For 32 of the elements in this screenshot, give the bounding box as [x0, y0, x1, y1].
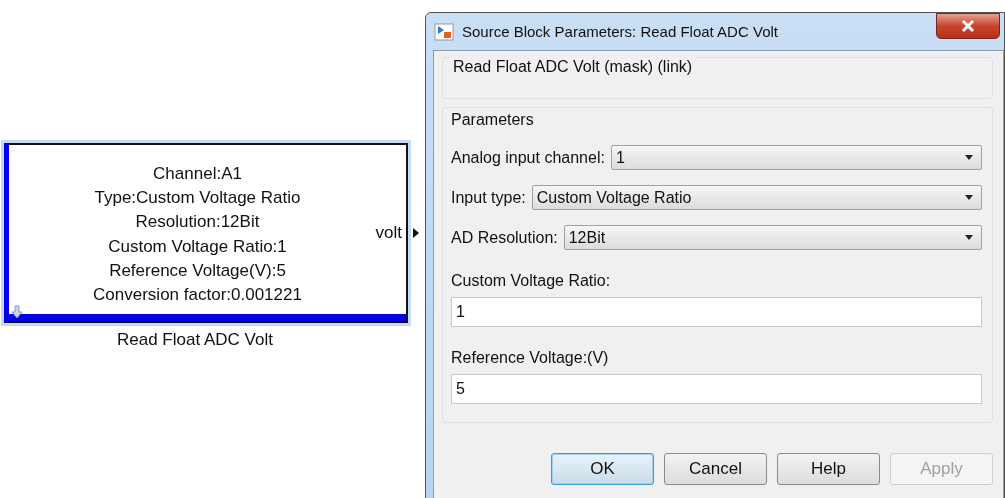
- dropdown[interactable]: Custom Voltage Ratio: [531, 185, 982, 210]
- input-field[interactable]: 5: [451, 374, 982, 404]
- block-parameter-text: Resolution:12Bit: [135, 211, 260, 234]
- dropdown[interactable]: 1: [610, 145, 982, 170]
- block-box[interactable]: Channel:A1 Type:Custom Voltage Ratio Resolution:12Bit Custom Voltage Ratio:1 Reference Voltage(V):5 Conversion factor:0.001221 volt: [4, 143, 408, 323]
- port-label: volt: [375, 223, 402, 243]
- block-parameter-text: Conversion factor:0.001221: [93, 284, 302, 306]
- field-label: Custom Voltage Ratio:: [451, 272, 612, 290]
- close-button[interactable]: [936, 12, 1000, 39]
- block-parameter-text: Channel:A1: [153, 163, 242, 185]
- caret-icon: [965, 235, 973, 240]
- block-parameter-text: Type:Custom Voltage Ratio: [94, 187, 301, 210]
- input-field[interactable]: 1: [451, 297, 982, 327]
- dialog-button[interactable]: OK: [551, 453, 654, 485]
- caret-icon: [965, 155, 973, 160]
- output-port-icon: [412, 227, 420, 239]
- block-parameter-text: Reference Voltage(V):5: [109, 259, 286, 282]
- block-name: Read Float ADC Volt: [117, 330, 273, 350]
- field-label: Analog input channel:: [451, 148, 605, 167]
- dialog-button[interactable]: Cancel: [664, 453, 767, 485]
- field-label: Input type:: [451, 188, 526, 207]
- group-title: Read Float ADC Volt (mask) (link): [449, 57, 697, 77]
- field-label: AD Resolution:: [451, 228, 558, 247]
- dropdown[interactable]: 12Bit: [563, 225, 982, 250]
- app-icon: [434, 22, 454, 41]
- block-parameter-text: Custom Voltage Ratio:1: [108, 235, 287, 258]
- field-label: Reference Voltage:(V): [451, 349, 610, 367]
- close-icon: [960, 18, 976, 33]
- caret-icon: [965, 195, 973, 200]
- window-title: Source Block Parameters: Read Float ADC Volt: [462, 23, 779, 40]
- dialog-button[interactable]: Help: [777, 453, 880, 485]
- down-arrow-icon: [11, 305, 23, 319]
